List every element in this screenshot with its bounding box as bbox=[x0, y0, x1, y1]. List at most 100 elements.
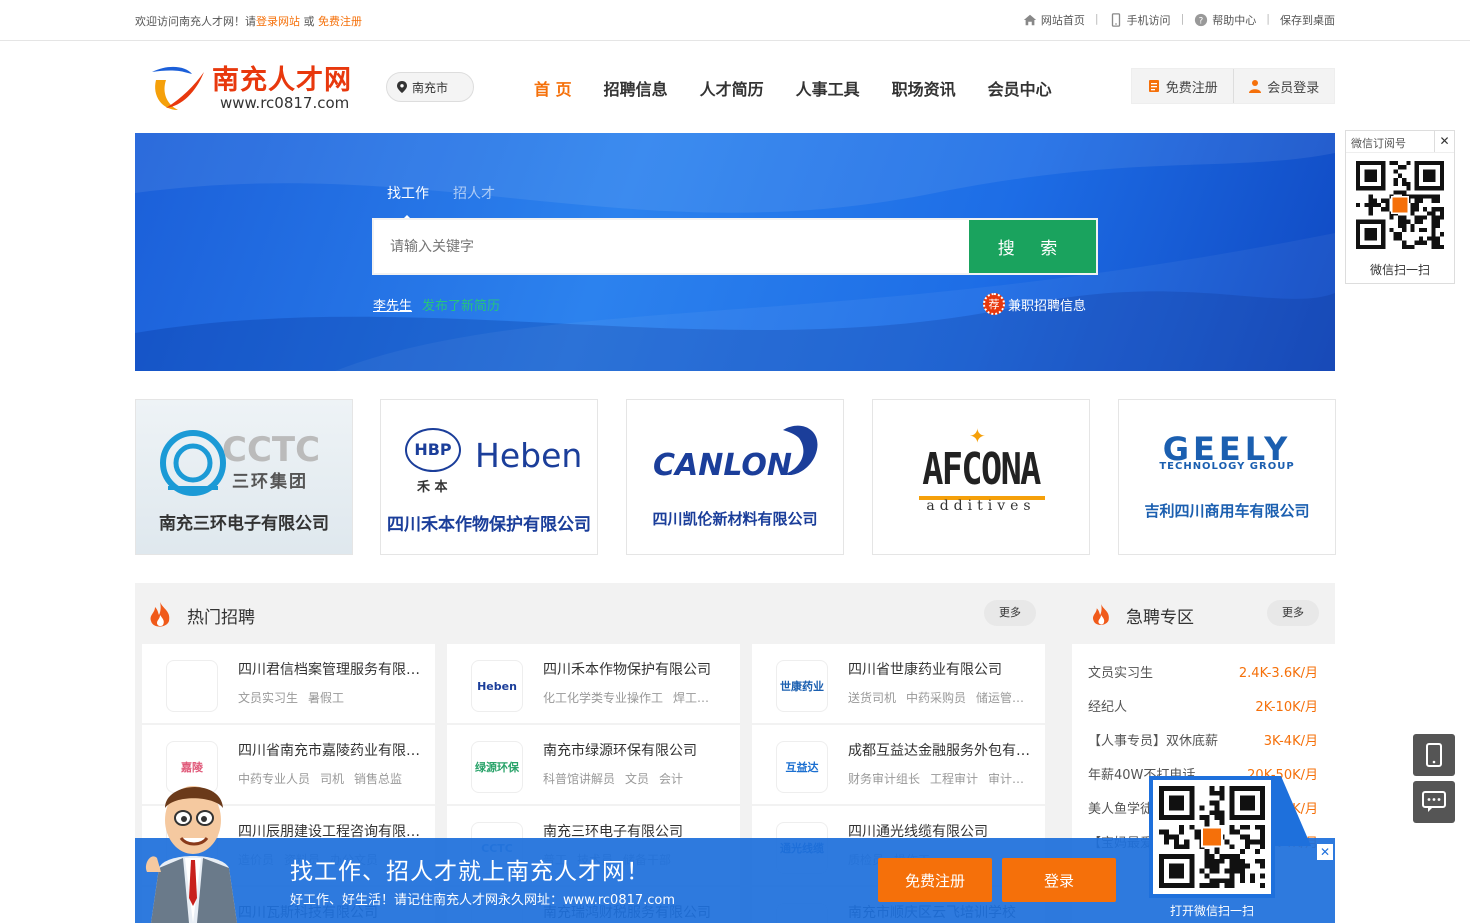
feedback-float-button[interactable] bbox=[1413, 781, 1455, 823]
company-job-card[interactable]: 世康药业 四川省世康药业有限公司 送货司机 中药采购员 储运管理 bbox=[752, 644, 1045, 723]
city-selector[interactable]: 南充市 bbox=[386, 72, 474, 102]
close-icon[interactable]: ✕ bbox=[1434, 131, 1454, 152]
company-card-heben[interactable]: HBP Heben 禾 本 四川禾本作物保护有限公司 bbox=[380, 399, 598, 555]
top-login-link[interactable]: 登录网站 bbox=[256, 15, 300, 28]
urgent-job-row[interactable]: 经纪人 2K-10K/月 bbox=[1088, 696, 1318, 716]
job-title-link[interactable]: 送货司机 bbox=[848, 691, 896, 705]
promo-register-button[interactable]: 免费注册 bbox=[878, 858, 992, 902]
company-card-canlon[interactable]: CANLON 四川凯伦新材料有限公司 bbox=[626, 399, 844, 555]
company-job-card[interactable]: 互益达 成都互益达金融服务外包有限公司财务审计组长工程审计审计专员 bbox=[752, 725, 1045, 804]
promo-login-button[interactable]: 登录 bbox=[1002, 858, 1116, 902]
cctc-logo-text: CCTC bbox=[222, 430, 321, 470]
job-title-link[interactable]: 化工化学类专业操作工 bbox=[543, 691, 663, 705]
member-login-button[interactable]: 会员登录 bbox=[1232, 69, 1335, 103]
job-title-link[interactable]: 中药专业人员 bbox=[238, 772, 310, 786]
nav-resumes[interactable]: 人才简历 bbox=[684, 76, 780, 100]
job-title-link[interactable]: 中药采购员 bbox=[906, 691, 966, 705]
company-logo-text: Heben bbox=[477, 679, 517, 693]
hot-jobs-more-button[interactable]: 更多 bbox=[984, 600, 1036, 626]
company-card-geely[interactable]: GEELY TECHNOLOGY GROUP 吉利四川商用车有限公司 bbox=[1118, 399, 1336, 555]
company-logo: 互益达 bbox=[776, 741, 828, 793]
help-icon: ? bbox=[1195, 13, 1208, 27]
top-register-link[interactable]: 免费注册 bbox=[318, 15, 362, 28]
home-link-label: 网站首页 bbox=[1040, 14, 1085, 27]
cctc-logo-icon bbox=[160, 430, 226, 496]
ticker-user-link[interactable]: 李先生 bbox=[373, 299, 412, 314]
job-title-link[interactable]: 审计专员 bbox=[988, 772, 1034, 786]
recommend-badge: 荐 bbox=[983, 293, 1005, 315]
city-label: 南充市 bbox=[412, 80, 449, 95]
wechat-qr-code bbox=[1356, 161, 1444, 249]
mobile-float-button[interactable] bbox=[1413, 734, 1455, 776]
job-title-link[interactable]: 电工 bbox=[707, 691, 729, 705]
job-title-link[interactable]: 科普馆讲解员 bbox=[543, 772, 615, 786]
search-button[interactable]: 搜 索 bbox=[969, 220, 1096, 273]
job-title-link[interactable]: 储运管理 bbox=[976, 691, 1024, 705]
urgent-job-row[interactable]: 【人事专员】双休底薪 3K-4K/月 bbox=[1088, 730, 1318, 750]
company-card-afcona[interactable]: ✦ AFCONA additives bbox=[872, 399, 1090, 555]
home-link[interactable]: 网站首页 bbox=[1013, 12, 1095, 28]
job-title-link[interactable]: 文员 bbox=[625, 772, 649, 786]
search-input[interactable] bbox=[374, 220, 969, 273]
wechat-panel-title: 微信订阅号 bbox=[1351, 137, 1406, 150]
logo-url: www.rc0817.com bbox=[220, 94, 350, 112]
urgent-job-title: 【人事专员】双休底薪 bbox=[1088, 734, 1219, 749]
nav-member-center[interactable]: 会员中心 bbox=[972, 76, 1068, 100]
company-job-card[interactable]: Heben 四川禾本作物保护有限公司 化工化学类专业操作工 焊工 电工 bbox=[447, 644, 740, 723]
register-button[interactable]: 免费注册 bbox=[1132, 69, 1233, 103]
logo-text: 南充人才网 bbox=[212, 65, 352, 96]
nav-career-news[interactable]: 职场资讯 bbox=[876, 76, 972, 100]
tab-find-talent[interactable]: 招人才 bbox=[453, 183, 495, 203]
company-logo: 世康药业 bbox=[776, 660, 828, 712]
site-logo[interactable]: 南充人才网 www.rc0817.com bbox=[148, 58, 368, 114]
mobile-link[interactable]: 手机访问 bbox=[1099, 12, 1181, 28]
top-bar: 欢迎访问南充人才网！请登录网站 或 免费注册 网站首页 | 手机访问 | ? 帮… bbox=[0, 0, 1470, 41]
heben-logo-text: Heben bbox=[475, 436, 583, 475]
job-title-link[interactable]: 工程审计 bbox=[930, 772, 978, 786]
job-title-link[interactable]: 财务审计组长 bbox=[848, 772, 920, 786]
search-tabs: 找工作 招人才 bbox=[387, 183, 519, 221]
promo-subline: 好工作、好生活！请记住南充人才网永久网址：www.rc0817.com bbox=[290, 893, 676, 908]
mascot-businessman-illustration bbox=[145, 786, 237, 923]
home-icon bbox=[1023, 14, 1036, 26]
fire-icon bbox=[150, 602, 170, 627]
company-card-cctc[interactable]: CCTC 三环集团 南充三环电子有限公司 bbox=[135, 399, 353, 555]
company-logo bbox=[166, 660, 218, 712]
urgent-job-title: 经纪人 bbox=[1088, 700, 1128, 715]
job-titles: 送货司机 中药采购员 储运管理 bbox=[848, 689, 1034, 706]
job-title-link[interactable]: 会计 bbox=[659, 772, 683, 786]
company-name: 四川省世康药业有限公司 bbox=[848, 662, 1002, 678]
company-job-card[interactable]: 绿源环保 南充市绿源环保有限公司 科普馆讲解员 文员 会计 bbox=[447, 725, 740, 804]
logo-mark-icon bbox=[152, 66, 204, 110]
company-logo: 绿源环保 bbox=[471, 741, 523, 793]
urgent-job-salary: 2.4K-3.6K/月 bbox=[1238, 666, 1318, 681]
urgent-job-title: 文员实习生 bbox=[1088, 666, 1154, 681]
job-title-link[interactable]: 司机 bbox=[320, 772, 344, 786]
urgent-job-row[interactable]: 文员实习生 2.4K-3.6K/月 bbox=[1088, 662, 1318, 682]
wechat-panel-caption: 微信扫一扫 bbox=[1369, 263, 1430, 277]
parttime-jobs-link[interactable]: 荐 兼职招聘信息 bbox=[983, 293, 1086, 315]
job-title-link[interactable]: 销售总监 bbox=[354, 772, 402, 786]
job-title-link[interactable]: 焊工 bbox=[673, 691, 697, 705]
wechat-subscription-panel: 微信订阅号 ✕ 微信扫一扫 bbox=[1345, 130, 1455, 284]
job-titles: 财务审计组长 工程审计 审计专员 bbox=[848, 770, 1034, 787]
job-titles: 中药专业人员 司机 销售总监 bbox=[238, 770, 424, 787]
urgent-jobs-more-button[interactable]: 更多 bbox=[1267, 600, 1319, 626]
promo-qr-caption: 打开微信扫一扫 bbox=[1169, 904, 1254, 918]
save-desktop-link[interactable]: 保存到桌面 bbox=[1270, 12, 1335, 28]
job-title-link[interactable]: 文员实习生 bbox=[238, 691, 298, 705]
close-icon[interactable]: ✕ bbox=[1317, 844, 1333, 860]
job-title-link[interactable]: 暑假工 bbox=[308, 691, 344, 705]
company-job-card[interactable]: 四川君信档案管理服务有限公司 文员实习生 暑假工 bbox=[142, 644, 435, 723]
company-name: 南充市绿源环保有限公司 bbox=[543, 743, 697, 759]
nav-home[interactable]: 首 页 bbox=[518, 76, 588, 100]
nav-jobs[interactable]: 招聘信息 bbox=[588, 76, 684, 100]
nav-hr-tools[interactable]: 人事工具 bbox=[780, 76, 876, 100]
mobile-icon bbox=[1111, 13, 1120, 27]
member-login-label: 会员登录 bbox=[1267, 80, 1320, 96]
help-link[interactable]: ? 帮助中心 bbox=[1184, 12, 1266, 28]
tab-find-job[interactable]: 找工作 bbox=[387, 183, 429, 221]
company-logo-text bbox=[190, 684, 194, 688]
company-name: 四川禾本作物保护有限公司 bbox=[543, 662, 711, 678]
register-button-label: 免费注册 bbox=[1165, 80, 1218, 96]
